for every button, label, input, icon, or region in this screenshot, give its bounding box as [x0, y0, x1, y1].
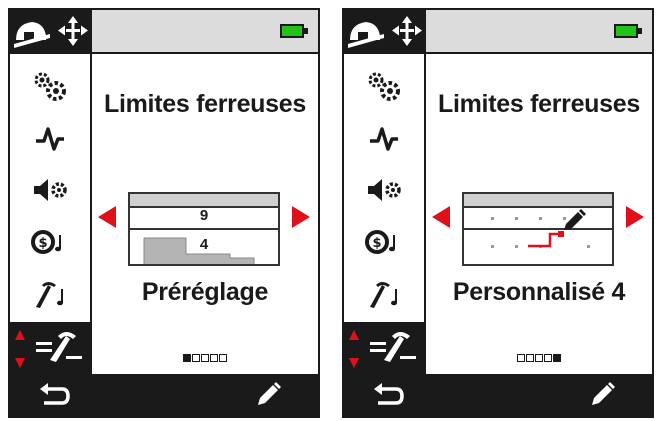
svg-text:$: $	[38, 236, 47, 251]
settings-gears-icon	[34, 72, 66, 101]
sidebar-item-tones[interactable]: $	[10, 216, 90, 268]
pencil-icon	[564, 209, 586, 230]
scroll-up-icon	[15, 330, 25, 340]
page-indicator	[92, 354, 318, 362]
bottom-bar	[344, 374, 652, 416]
previous-arrow-button[interactable]	[432, 206, 450, 228]
pinpoint-arrows-icon	[58, 16, 88, 46]
page-dot	[219, 354, 227, 362]
bottom-bar	[10, 374, 318, 416]
page-dot	[210, 354, 218, 362]
page-title: Limites ferreuses	[104, 90, 306, 118]
next-arrow-button[interactable]	[626, 206, 644, 228]
pinpoint-arrows-icon	[392, 16, 422, 46]
next-arrow-button[interactable]	[292, 206, 310, 228]
page-title: Limites ferreuses	[438, 90, 640, 118]
sidebar-item-ferrous-limits[interactable]	[10, 322, 90, 374]
threshold-waveform-icon	[36, 127, 64, 151]
pick-tone-icon	[36, 282, 63, 308]
page-dot	[553, 354, 561, 362]
preset-histogram	[143, 237, 255, 264]
volume-settings-icon	[34, 179, 67, 201]
mode-label: Préréglage	[141, 278, 269, 306]
page-dot	[183, 354, 191, 362]
page-indicator	[426, 354, 652, 362]
ground-balance-icon	[348, 22, 384, 48]
custom-limit-graph	[491, 209, 590, 248]
screen-custom: $ Limites ferreuses Personnalisé 4	[342, 8, 654, 418]
volume-settings-icon	[368, 179, 401, 201]
page-dot	[526, 354, 534, 362]
battery-icon	[614, 24, 642, 38]
sidebar-item-pick-tone[interactable]	[10, 268, 90, 320]
scroll-down-icon	[349, 358, 359, 368]
mode-label: Personnalisé 4	[452, 278, 626, 306]
screen-preset: $ Limites ferreuses 9 4 Préréglage	[8, 8, 320, 418]
sidebar-item-volume[interactable]	[344, 164, 424, 216]
top-status-bar	[344, 10, 652, 54]
preview-header	[130, 194, 278, 208]
sidebar-item-threshold[interactable]	[10, 112, 90, 164]
scroll-up-icon	[349, 330, 359, 340]
ferrous-limits-icon	[349, 330, 416, 368]
page-dot	[544, 354, 552, 362]
scroll-down-icon	[15, 358, 25, 368]
main-content: Limites ferreuses Personnalisé 4	[426, 54, 652, 376]
sidebar-item-volume[interactable]	[10, 164, 90, 216]
svg-text:$: $	[372, 236, 381, 251]
threshold-waveform-icon	[370, 127, 398, 151]
top-left-icons	[344, 10, 426, 52]
back-arrow-icon	[40, 383, 70, 405]
back-button[interactable]	[348, 374, 428, 416]
edit-button[interactable]	[562, 374, 642, 416]
ground-balance-icon	[14, 22, 50, 48]
top-left-icons	[10, 10, 92, 52]
pencil-icon	[592, 382, 615, 405]
previous-arrow-button[interactable]	[98, 206, 116, 228]
pick-tone-icon	[370, 282, 397, 308]
sidebar-item-pick-tone[interactable]	[344, 268, 424, 320]
back-button[interactable]	[14, 374, 94, 416]
page-dot	[201, 354, 209, 362]
top-status-bar	[10, 10, 318, 54]
main-content: Limites ferreuses 9 4 Préréglage	[92, 54, 318, 376]
custom-preview	[462, 192, 614, 266]
sidebar-item-settings[interactable]	[10, 60, 90, 112]
sidebar-item-threshold[interactable]	[344, 112, 424, 164]
ferrous-limits-icon	[15, 330, 82, 368]
sidebar: $	[344, 54, 426, 376]
page-dot	[517, 354, 525, 362]
battery-icon	[280, 24, 308, 38]
settings-gears-icon	[368, 72, 400, 101]
page-dot	[192, 354, 200, 362]
page-dot	[535, 354, 543, 362]
edit-button[interactable]	[228, 374, 308, 416]
pencil-icon	[258, 382, 281, 405]
upper-limit-value: 9	[199, 207, 209, 224]
sidebar-item-settings[interactable]	[344, 60, 424, 112]
audio-tones-icon: $	[31, 230, 61, 254]
sidebar-item-ferrous-limits[interactable]	[344, 322, 424, 374]
sidebar: $	[10, 54, 92, 376]
selected-point-marker	[558, 231, 564, 237]
sidebar-item-tones[interactable]: $	[344, 216, 424, 268]
preset-preview: 9 4	[128, 192, 280, 266]
back-arrow-icon	[374, 383, 404, 405]
audio-tones-icon: $	[365, 230, 395, 254]
